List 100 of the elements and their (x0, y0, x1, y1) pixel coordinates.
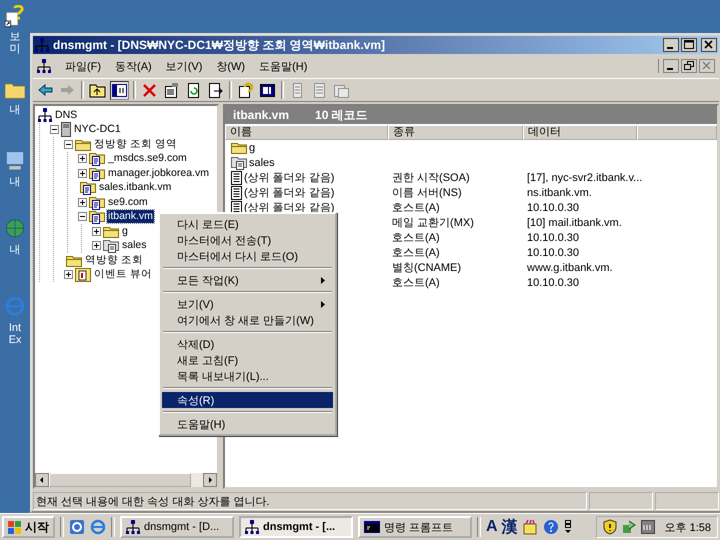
collapse-icon[interactable] (78, 212, 87, 222)
record-data: [17], nyc-svr2.itbank.v... (527, 172, 642, 184)
scroll-right-icon[interactable] (203, 473, 217, 487)
back-arrow-icon[interactable] (37, 82, 54, 98)
menu-item[interactable]: 창(W) (216, 58, 246, 74)
desktop-icon-label[interactable]: Int Ex (8, 322, 22, 346)
expand-icon[interactable] (78, 198, 87, 207)
taskbar-button[interactable]: dnsmgmt - [D... (120, 516, 234, 538)
shield-icon[interactable] (602, 519, 617, 535)
record-name[interactable]: (상위 폴더와 같음) (244, 170, 334, 185)
tree-item[interactable]: _msdcs.se9.com (107, 152, 188, 166)
record-type: 메일 교환기(MX) (392, 216, 474, 230)
menu-item[interactable]: 파일(F) (65, 58, 102, 74)
column-header[interactable]: 이름 (225, 125, 388, 140)
minimize-icon[interactable] (663, 38, 679, 52)
expand-icon[interactable] (64, 270, 73, 280)
console-pane-icon[interactable] (259, 82, 276, 98)
tree-item[interactable]: DNS (54, 108, 78, 122)
record-data: 10.10.0.30 (527, 232, 579, 244)
desktop-icon-label[interactable]: 내 (10, 244, 20, 256)
input-mode-indicator[interactable]: A (486, 518, 498, 536)
column-header[interactable]: 종류 (388, 125, 523, 140)
tree-item[interactable]: manager.jobkorea.vm (107, 166, 210, 180)
menu-item[interactable]: 삭제(D) (162, 336, 333, 352)
collapse-icon[interactable] (50, 125, 59, 134)
tree-item[interactable]: sales.itbank.vm (98, 181, 172, 194)
tree-item[interactable]: 이벤트 뷰어 (93, 268, 153, 282)
menu-item[interactable]: 모든 작업(K) (162, 272, 333, 288)
taskbar-button[interactable]: 명령 프롬프트 (358, 516, 472, 538)
menu-item[interactable]: 여기에서 창 새로 만들기(W) (162, 312, 333, 328)
record-name[interactable]: (상위 폴더와 같음) (244, 185, 334, 200)
input-mode-indicator[interactable]: 漢 (502, 516, 518, 538)
expand-icon[interactable] (78, 154, 87, 164)
delete-icon[interactable] (141, 82, 158, 98)
taskbar-button[interactable]: dnsmgmt - [... (239, 516, 353, 538)
language-bar-icon[interactable] (564, 519, 572, 535)
tree-item[interactable]: itbank.vm (107, 210, 154, 224)
menu-item[interactable]: 속성(R) (162, 392, 333, 408)
record-type: 호스트(A) (392, 201, 440, 215)
restore-icon[interactable] (681, 59, 697, 73)
desktop-icon-label[interactable]: 내 (10, 104, 20, 116)
close-icon[interactable] (701, 38, 717, 52)
globe-icon[interactable] (5, 218, 25, 240)
status-text: 현재 선택 내용에 대한 속성 대화 상자를 엽니다. (33, 492, 587, 510)
computer-icon[interactable] (5, 150, 25, 172)
record-icon[interactable] (311, 82, 328, 98)
horizontal-scrollbar[interactable] (35, 473, 217, 487)
window-title: dnsmgmt - [DNS₩NYC-DC1₩정방향 조회 영역₩itbank.vm] (53, 36, 385, 54)
refresh-icon[interactable] (185, 82, 202, 98)
server-manager-icon[interactable] (69, 519, 85, 535)
menu-item[interactable]: 보기(V) (166, 58, 202, 74)
record-type: 호스트(A) (392, 231, 440, 245)
menu-item[interactable]: 마스터에서 다시 로드(O) (162, 248, 333, 264)
menu-item[interactable]: 마스터에서 전송(T) (162, 232, 333, 248)
folder-up-icon[interactable] (89, 82, 106, 98)
tree-item[interactable]: g (121, 224, 129, 238)
minimize-icon[interactable] (663, 59, 679, 73)
menu-item[interactable]: 도움말(H) (259, 58, 308, 74)
submenu-arrow-icon (321, 300, 325, 308)
column-header[interactable]: 데이터 (523, 125, 637, 140)
menu-item[interactable]: 보기(V) (162, 296, 333, 312)
menu-item[interactable]: 새로 고침(F) (162, 352, 333, 368)
desktop-icon-label[interactable]: 보 미 (10, 31, 20, 55)
tree-item[interactable]: NYC-DC1 (73, 123, 122, 136)
record-name[interactable]: sales (249, 156, 275, 168)
vm-tools-icon[interactable] (640, 520, 655, 534)
record-type: 호스트(A) (392, 246, 440, 260)
tree-item[interactable]: se9.com (107, 196, 149, 209)
properties-icon[interactable] (163, 82, 180, 98)
collapse-icon[interactable] (64, 140, 73, 149)
expand-icon[interactable] (78, 168, 87, 178)
tree-item[interactable]: sales (121, 239, 148, 252)
tree-item[interactable]: 역방향 조회 (84, 254, 144, 267)
pane-toggle-icon[interactable] (111, 82, 128, 98)
tree-item[interactable]: 정방향 조회 영역 (93, 138, 178, 151)
network-connection-icon[interactable] (620, 519, 637, 535)
browser-icon[interactable] (90, 519, 106, 535)
export-icon[interactable] (207, 82, 224, 98)
maximize-icon[interactable] (681, 38, 697, 52)
status-panel (589, 492, 653, 510)
server-icon (61, 122, 71, 138)
ime-pad-icon[interactable] (522, 519, 538, 535)
zone-folder-icon (89, 166, 105, 181)
clock: 오후 1:58 (664, 520, 711, 534)
desktop-icon-label[interactable]: 내 (10, 176, 20, 188)
zone-folder-icon (89, 151, 105, 166)
menu-item[interactable]: 도움말(H) (162, 416, 333, 432)
scroll-left-icon[interactable] (35, 473, 49, 487)
expand-icon[interactable] (92, 241, 101, 250)
record-count: 10 레코드 (315, 106, 368, 124)
scroll-thumb[interactable] (49, 473, 191, 487)
help-shortcut-icon[interactable] (5, 5, 25, 27)
help-icon[interactable] (237, 82, 254, 98)
menu-item[interactable]: 동작(A) (115, 58, 152, 74)
record-icon (231, 186, 242, 200)
record-name[interactable]: g (249, 142, 256, 154)
menu-item[interactable]: 다시 로드(E) (162, 216, 333, 232)
expand-icon[interactable] (92, 226, 101, 236)
start-button[interactable]: 시작 (2, 516, 55, 538)
menu-item[interactable]: 목록 내보내기(L)... (162, 368, 333, 384)
